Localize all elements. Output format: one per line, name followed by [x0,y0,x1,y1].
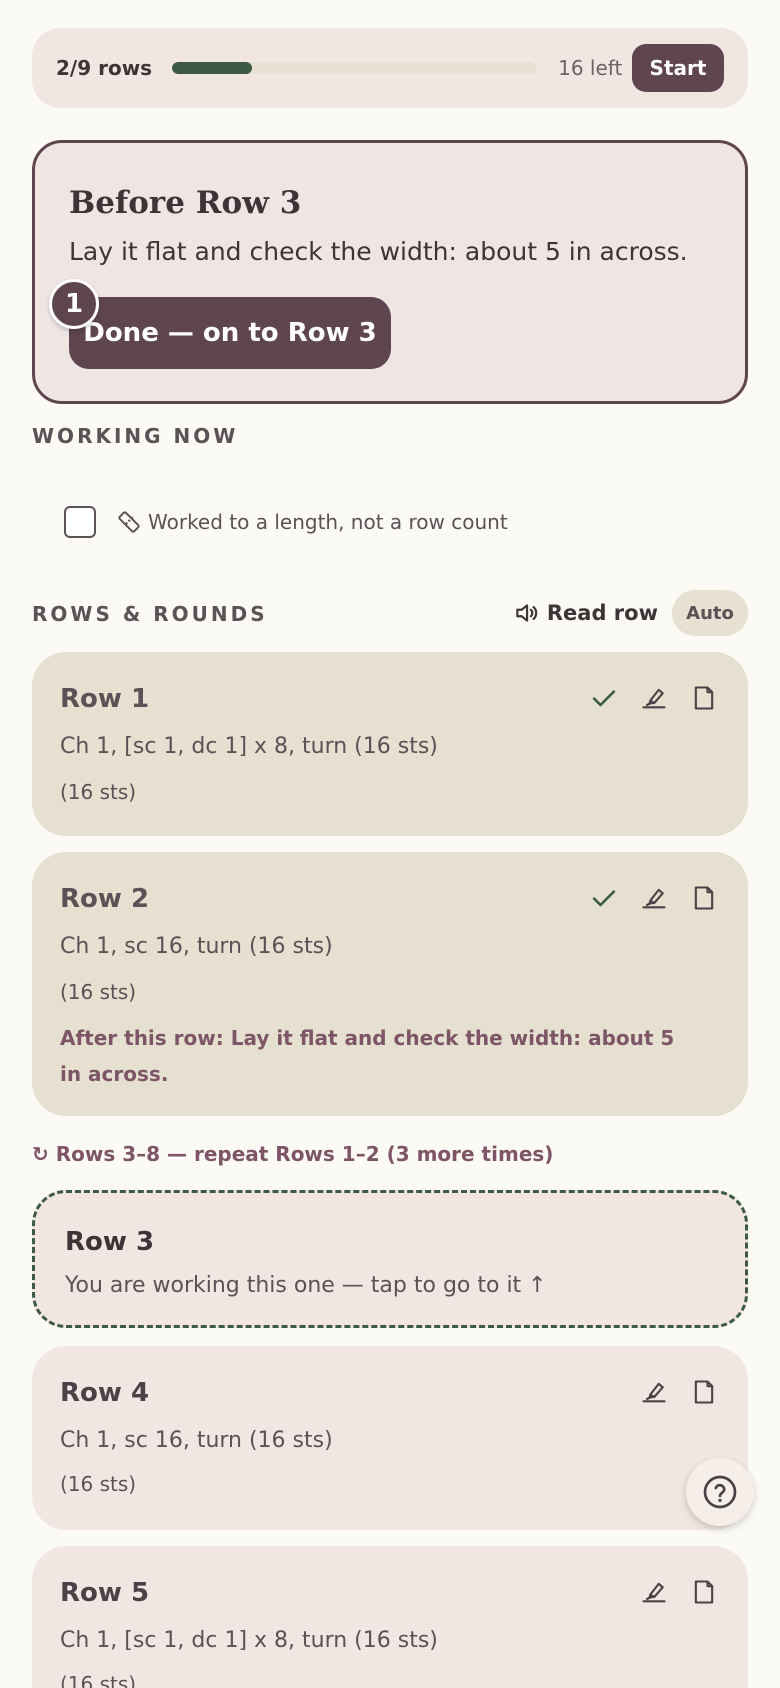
note-icon[interactable] [690,1578,718,1606]
checkpoint-title: Before Row 3 [69,185,302,221]
note-icon[interactable] [690,884,718,912]
row-stitch-count: (16 sts) [60,1472,137,1496]
row-card-2[interactable]: Row 2 Ch 1, sc 16, turn (16 sts) (16 sts… [32,852,748,1116]
step-badge: 1 [49,279,99,329]
row-stitch-count: (16 sts) [60,980,137,1004]
row-title: Row 5 [60,1578,150,1608]
speaker-icon[interactable] [513,600,539,626]
check-icon[interactable] [590,684,618,712]
checkpoint-text: Lay it flat and check the width: about 5… [69,237,688,266]
length-toggle-label: Worked to a length, not a row count [148,510,508,534]
read-row-button[interactable]: Read row [547,601,658,625]
length-toggle[interactable]: Worked to a length, not a row count [64,506,508,538]
read-row-controls: Read row Auto [513,590,748,636]
note-icon[interactable] [690,1378,718,1406]
rows-rounds-label: ROWS & ROUNDS [32,602,268,626]
row-stitch-count: (16 sts) [60,780,137,804]
progress-bar: 2/9 rows 16 left Start [32,28,748,108]
progress-fill [172,62,253,74]
current-row-title: Row 3 [65,1227,155,1257]
help-button[interactable] [686,1458,754,1526]
highlighter-icon[interactable] [640,884,668,912]
row-instruction: Ch 1, [sc 1, dc 1] x 8, turn (16 sts) [60,734,438,759]
row-card-5[interactable]: Row 5 Ch 1, [sc 1, dc 1] x 8, turn (16 s… [32,1546,748,1688]
current-row-subtitle: You are working this one — tap to go to … [65,1273,547,1298]
row-card-4[interactable]: Row 4 Ch 1, sc 16, turn (16 sts) (16 sts… [32,1346,748,1530]
rows-count: 2/9 rows [56,56,153,80]
row-card-1[interactable]: Row 1 Ch 1, [sc 1, dc 1] x 8, turn (16 s… [32,652,748,836]
highlighter-icon[interactable] [640,1378,668,1406]
checkpoint-card: Before Row 3 Lay it flat and check the w… [32,140,748,404]
length-checkbox[interactable] [64,506,96,538]
current-row-card[interactable]: Row 3 You are working this one — tap to … [32,1190,748,1328]
row-instruction: Ch 1, sc 16, turn (16 sts) [60,1428,333,1453]
progress-track [172,62,537,74]
working-now-label: WORKING NOW [32,424,239,448]
stitches-left: 16 left [558,56,623,80]
note-icon[interactable] [690,684,718,712]
row-after-note: After this row: Lay it flat and check th… [60,1026,675,1086]
start-button[interactable]: Start [632,44,724,92]
help-icon [703,1475,737,1509]
check-icon[interactable] [590,884,618,912]
done-continue-button[interactable]: Done — on to Row 3 [69,297,391,369]
row-title: Row 1 [60,684,150,714]
highlighter-icon[interactable] [640,684,668,712]
row-title: Row 2 [60,884,150,914]
repeat-note: ↻ Rows 3–8 — repeat Rows 1–2 (3 more tim… [32,1142,554,1166]
row-title: Row 4 [60,1378,150,1408]
row-stitch-count: (16 sts) [60,1672,137,1688]
auto-toggle[interactable]: Auto [672,590,748,636]
row-instruction: Ch 1, sc 16, turn (16 sts) [60,934,333,959]
highlighter-icon[interactable] [640,1578,668,1606]
row-instruction: Ch 1, [sc 1, dc 1] x 8, turn (16 sts) [60,1628,438,1653]
ruler-icon [118,511,140,533]
